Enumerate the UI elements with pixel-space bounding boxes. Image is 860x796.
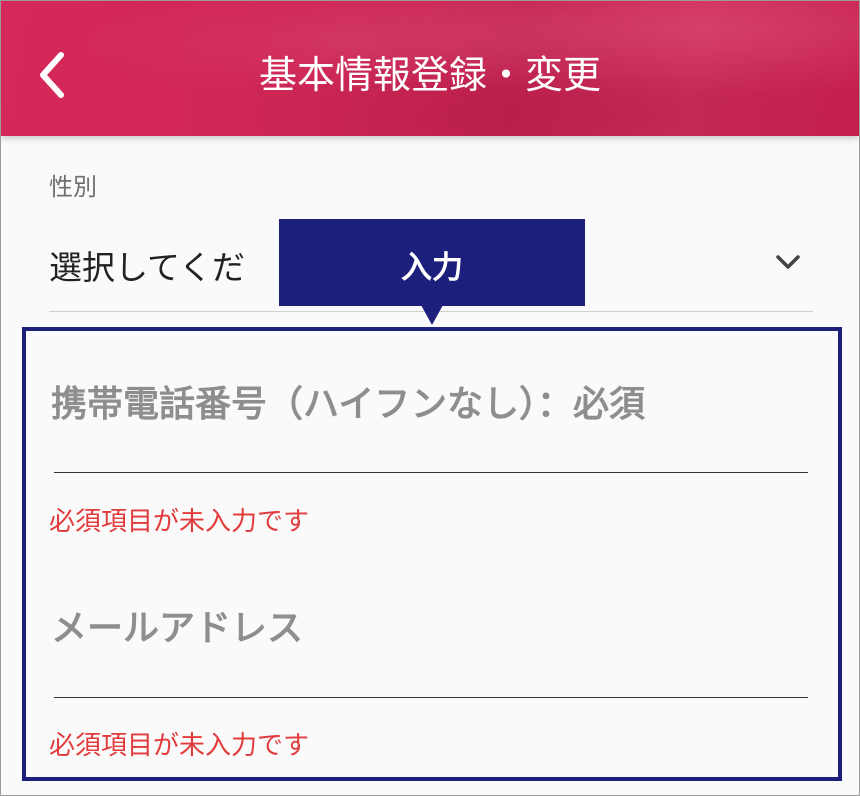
- page-title: 基本情報登録・変更: [258, 53, 601, 97]
- tooltip-label: 入力: [401, 250, 463, 286]
- annotation-tooltip: 入力: [279, 219, 585, 306]
- tooltip-pointer: [421, 305, 443, 325]
- phone-input[interactable]: [54, 472, 808, 473]
- phone-error-message: 必須項目が未入力です: [49, 507, 310, 537]
- app-screen: 基本情報登録・変更 性別 選択してくだ 入力 携帯電話番号（ハイフンなし）：必須…: [0, 0, 860, 796]
- phone-field-label: 携帯電話番号（ハイフンなし）：必須: [51, 384, 646, 425]
- chevron-down-icon: [776, 255, 800, 269]
- email-field-label: メールアドレス: [51, 608, 304, 649]
- email-error-message: 必須項目が未入力です: [49, 731, 310, 761]
- email-input[interactable]: [54, 697, 808, 698]
- gender-select-value: 選択してくだ: [49, 248, 246, 287]
- header-bar: 基本情報登録・変更: [1, 1, 859, 136]
- gender-label: 性別: [49, 173, 97, 201]
